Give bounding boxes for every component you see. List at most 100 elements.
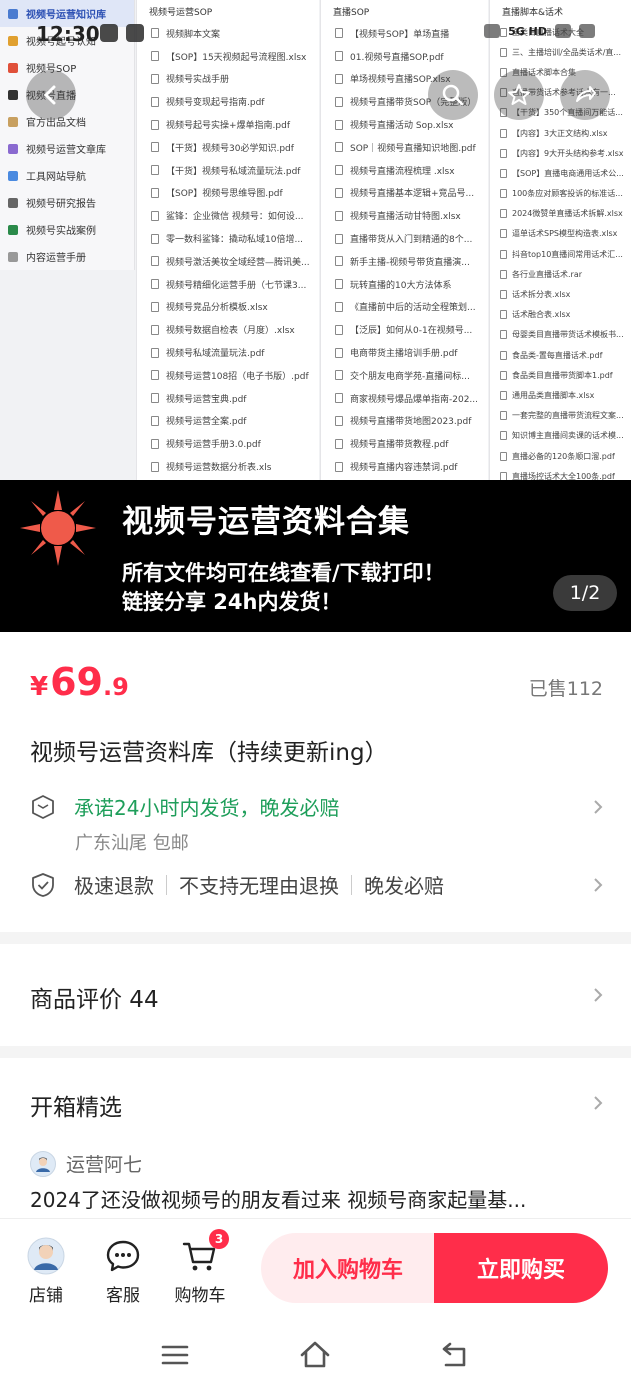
back-button[interactable] — [26, 70, 76, 120]
review-text[interactable]: 2024了还没做视频号的朋友看过来 视频号商家起量基... — [30, 1184, 600, 1213]
status-bar: 12:30 5G HD — [0, 20, 631, 50]
hero-file-item: 视频号运营宝典.pdf — [137, 387, 319, 410]
hero-file-name: 视频号直播内容违禁词.pdf — [350, 463, 458, 474]
file-icon — [500, 168, 507, 178]
hero-file-name: 话术拆分表.xlsx — [512, 290, 571, 300]
image-page-indicator: 1/2 — [553, 575, 617, 611]
hero-file-name: 食品类目直播带货脚本1.pdf — [512, 370, 613, 380]
hero-file-name: 玩转直播的10大方法体系 — [350, 280, 452, 291]
notification-icon — [126, 24, 144, 42]
cart-count-badge: 3 — [209, 1229, 229, 1249]
hero-file-item: 视频号激活美妆全域经营—腾讯美... — [137, 250, 319, 273]
promo-banner: 视频号运营资料合集 所有文件均可在线查看/下载打印！ 链接分享 24h内发货！ … — [0, 480, 631, 632]
hero-file-name: 视频号直播活动 Sop.xlsx — [350, 121, 454, 132]
system-status-icons: 5G HD — [484, 24, 595, 38]
hero-file-item: 视频号直播带货教程.pdf — [321, 432, 488, 455]
product-image-carousel[interactable]: 视频号运营知识库 视频号起号认知 视频号SOP 视频号直播 官方出品文档 视频号运营文章库… — [0, 0, 631, 480]
reviews-label: 商品评价 44 — [30, 987, 159, 1013]
file-icon — [151, 51, 159, 62]
chevron-right-icon — [594, 799, 603, 814]
banner-title: 视频号运营资料合集 — [122, 504, 410, 540]
hero-file-item: 【内容】3大正文结构.xlsx — [490, 123, 631, 143]
hero-file-item: 通用品类直播脚本.xlsx — [490, 385, 631, 405]
product-detail-screen: 视频号运营知识库 视频号起号认知 视频号SOP 视频号直播 官方出品文档 视频号运营文章库… — [0, 0, 631, 1390]
folder-icon — [8, 224, 18, 235]
file-icon — [500, 451, 507, 461]
guarantee-item: 晚发必赔 — [364, 874, 444, 898]
hero-file-item: 视频号运营108招（电子书版）.pdf — [137, 364, 319, 387]
home-icon[interactable] — [298, 1338, 332, 1372]
hero-file-item: 视频号数据自检表（月度）.xlsx — [137, 318, 319, 341]
hero-file-name: 视频号激活美妆全域经营—腾讯美... — [166, 257, 310, 268]
hero-file-name: 视频号竞品分析模板.xlsx — [166, 303, 268, 314]
search-button[interactable] — [428, 70, 478, 120]
hero-file-item: 【干货】视频号私域流量玩法.pdf — [137, 159, 319, 182]
hero-file-name: 零一数科鲨锋：撬动私域10倍增... — [166, 235, 304, 246]
hero-file-name: 【SOP】直播电商通用话术公... — [512, 168, 624, 178]
hero-file-name: 逼单话术SPS模型构造表.xlsx — [512, 229, 618, 239]
reviews-row[interactable]: 商品评价 44 — [30, 980, 605, 1014]
price: ¥ 69 .9 — [30, 660, 129, 704]
signal-icon — [555, 24, 571, 38]
hero-file-item: 视频号运营手册3.0.pdf — [137, 432, 319, 455]
buy-now-button[interactable]: 立即购买 — [434, 1233, 608, 1303]
folder-icon — [8, 143, 18, 154]
review-author-name: 运营阿七 — [66, 1154, 143, 1176]
hero-sidebar-item: 视频号实战案例 — [0, 216, 134, 243]
shield-check-icon — [32, 872, 54, 897]
add-to-cart-button[interactable]: 加入购物车 — [261, 1233, 435, 1303]
hero-file-item: 2024微赞单直播话术拆解.xlsx — [490, 204, 631, 224]
hero-file-name: 母婴类目直播带货话术模板书... — [512, 330, 624, 340]
user-icon — [36, 1157, 50, 1172]
hero-file-item: 母婴类目直播带货话术模板书... — [490, 325, 631, 345]
cart-button[interactable]: 3 购物车 — [170, 1229, 230, 1306]
shipping-promise-row[interactable]: 承诺24小时内发货，晚发必赔 — [30, 792, 605, 821]
file-icon — [151, 324, 159, 335]
hero-file-item: 视频号精细化运营手册（七节课3... — [137, 273, 319, 296]
hero-file-name: 视频号运营手册3.0.pdf — [166, 440, 261, 451]
hero-file-name: 视频号直播基本逻辑+竞品号... — [350, 189, 475, 200]
hero-file-item: 零一数科鲨锋：撬动私域10倍增... — [137, 227, 319, 250]
hero-file-name: 话术融合表.xlsx — [512, 310, 571, 320]
service-button[interactable]: 客服 — [93, 1237, 153, 1306]
hero-file-item: SOP｜视频号直播知识地图.pdf — [321, 136, 488, 159]
hero-file-item: 鲨锋：企业微信 视频号：如何设... — [137, 204, 319, 227]
guarantee-row[interactable]: 极速退款 不支持无理由退换 晚发必赔 — [30, 870, 605, 899]
price-decimal: .9 — [102, 673, 129, 701]
hero-file-name: 视频号直播带货教程.pdf — [350, 440, 449, 451]
back-nav-icon[interactable] — [438, 1338, 472, 1372]
hero-file-name: 鲨锋：企业微信 视频号：如何设... — [166, 212, 304, 223]
hero-file-item: 【内容】9大开头结构参考.xlsx — [490, 143, 631, 163]
menu-icon[interactable] — [158, 1338, 192, 1372]
share-button[interactable] — [560, 70, 610, 120]
box-icon — [32, 794, 54, 819]
file-icon — [335, 142, 343, 153]
file-icon — [335, 210, 343, 221]
shop-button[interactable]: 店铺 — [16, 1237, 76, 1306]
favorite-button[interactable] — [494, 70, 544, 120]
folder-icon — [8, 89, 18, 100]
hero-file-item: 逼单话术SPS模型构造表.xlsx — [490, 224, 631, 244]
hero-file-item: 直播必备的120条顺口溜.pdf — [490, 446, 631, 466]
hero-file-name: 【泛辰】如何从0-1在视频号... — [350, 326, 473, 337]
banner-subtitle: 链接分享 24h内发货！ — [122, 590, 342, 614]
hero-file-name: 视频号变现起号指南.pdf — [166, 98, 265, 109]
hero-file-item: 电商带货主播培训手册.pdf — [321, 341, 488, 364]
hero-file-item: 玩转直播的10大方法体系 — [321, 273, 488, 296]
file-icon — [335, 233, 343, 244]
hero-file-item: 新手主播-视频号带货直播演... — [321, 250, 488, 273]
hero-file-name: 视频号精细化运营手册（七节课3... — [166, 280, 307, 291]
hero-sidebar-label: 视频号运营知识库 — [26, 10, 106, 21]
file-icon — [335, 73, 343, 84]
file-icon — [151, 393, 159, 404]
unboxing-row[interactable]: 开箱精选 — [30, 1088, 605, 1122]
file-icon — [151, 96, 159, 107]
folder-icon — [8, 116, 18, 127]
hero-file-item: 【SOP】视频号思维导图.pdf — [137, 182, 319, 205]
hero-file-name: 抖音top10直播间常用话术汇... — [512, 249, 623, 259]
folder-icon — [8, 170, 18, 181]
section-divider — [0, 932, 631, 944]
divider — [351, 874, 352, 895]
hero-file-name: 【干货】视频号30必学知识.pdf — [166, 143, 294, 154]
file-icon — [151, 73, 159, 84]
